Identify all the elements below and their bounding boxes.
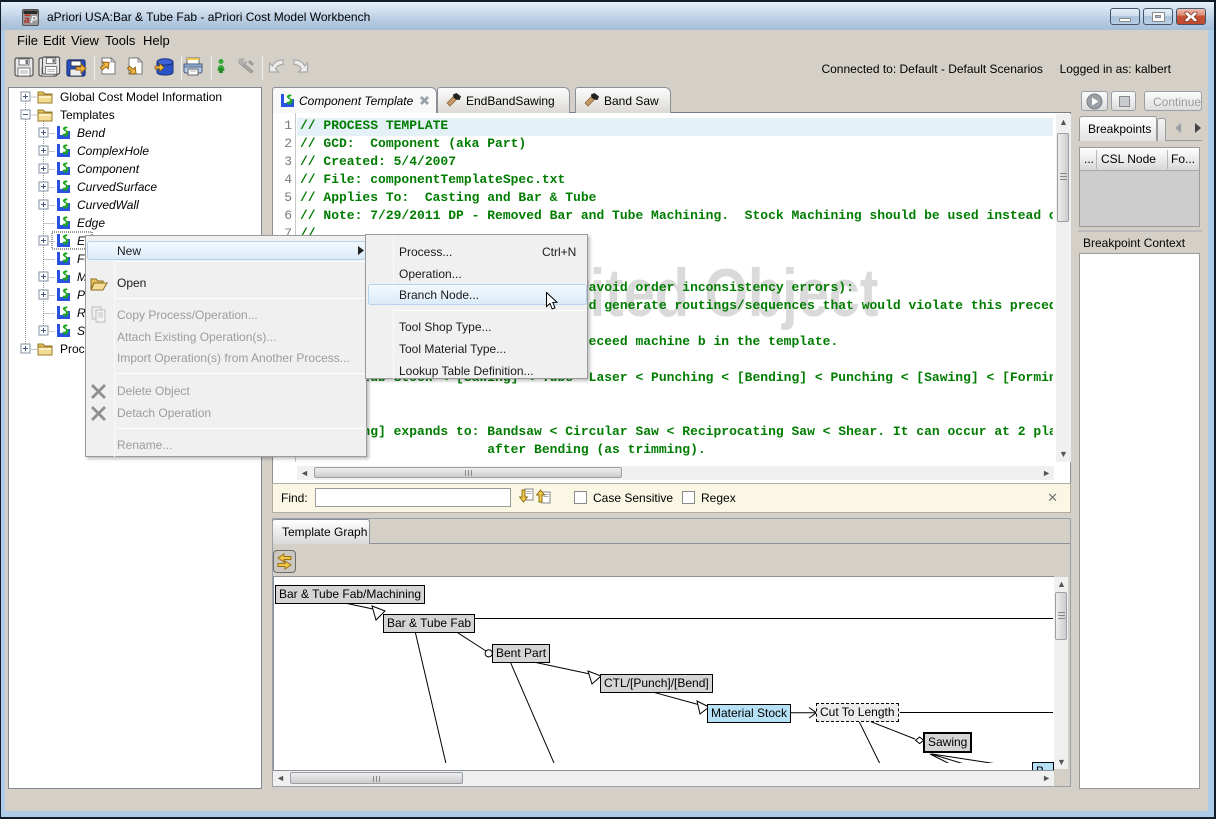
svg-text:P: P — [31, 15, 38, 26]
svg-text:a: a — [24, 15, 30, 26]
